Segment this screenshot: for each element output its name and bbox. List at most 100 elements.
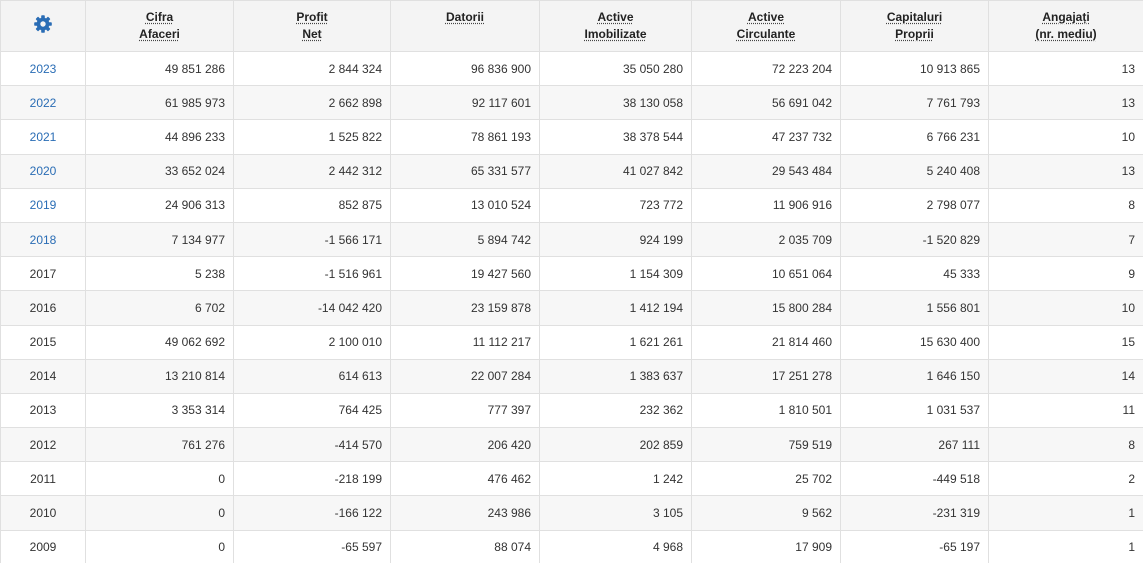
table-row: 2019 24 906 313 852 875 13 010 524 723 772 11… [0, 187, 1143, 223]
cell-imob: 41 027 842 [539, 153, 692, 189]
cell-ang: 11 [988, 392, 1143, 429]
cell-ang: 7 [988, 221, 1143, 258]
cell-profit: -65 597 [233, 529, 391, 563]
year-link[interactable]: 2022 [30, 96, 57, 110]
cell-profit: -1 566 171 [233, 221, 391, 258]
cell-datorii: 78 861 193 [390, 119, 540, 155]
cell-ang: 1 [988, 529, 1143, 563]
table-row: 2014 13 210 814 614 613 22 007 284 1 383 637… [0, 358, 1143, 394]
cell-profit: 1 525 822 [233, 119, 391, 155]
cell-cifra: 0 [85, 529, 234, 563]
cell-circ: 17 909 [691, 529, 841, 563]
cell-profit: 764 425 [233, 392, 391, 429]
cell-datorii: 23 159 878 [390, 290, 540, 326]
column-header-ang-line1: Angajați [1042, 10, 1090, 24]
cell-ang: 13 [988, 153, 1143, 189]
cell-cifra: 5 238 [85, 256, 234, 292]
table-row: 2018 7 134 977 -1 566 171 5 894 742 924 199 2… [0, 221, 1143, 258]
year-cell: 2009 [0, 529, 86, 563]
cell-cifra: 7 134 977 [85, 221, 234, 258]
table-body: 2023 49 851 286 2 844 324 96 836 900 35 050 … [0, 50, 1143, 563]
cell-imob: 4 968 [539, 529, 692, 563]
table-row: 2016 6 702 -14 042 420 23 159 878 1 412 194 1… [0, 290, 1143, 326]
cell-cifra: 13 210 814 [85, 358, 234, 394]
cell-circ: 72 223 204 [691, 50, 841, 87]
column-header-cap-line2: Proprii [895, 27, 934, 41]
cell-ang: 10 [988, 290, 1143, 326]
year-cell: 2022 [0, 85, 86, 121]
cell-circ: 9 562 [691, 495, 841, 531]
cell-circ: 47 237 732 [691, 119, 841, 155]
gear-icon[interactable] [33, 14, 53, 34]
table-row: 2010 0 -166 122 243 986 3 105 9 562 -231 319 1 [0, 495, 1143, 531]
cell-ang: 10 [988, 119, 1143, 155]
column-header-ang: Angajați (nr. mediu) [988, 0, 1143, 52]
cell-circ: 29 543 484 [691, 153, 841, 189]
year-cell: 2019 [0, 187, 86, 223]
year-link[interactable]: 2019 [30, 198, 57, 212]
table-row: 2012 761 276 -414 570 206 420 202 859 759 519… [0, 427, 1143, 463]
cell-datorii: 243 986 [390, 495, 540, 531]
settings-header-cell [0, 0, 86, 52]
cell-datorii: 96 836 900 [390, 50, 540, 87]
column-header-imob: Active Imobilizate [539, 0, 692, 52]
year-cell: 2012 [0, 427, 86, 463]
year-label: 2010 [29, 506, 57, 521]
cell-cifra: 24 906 313 [85, 187, 234, 223]
table-row: 2020 33 652 024 2 442 312 65 331 577 41 027 … [0, 153, 1143, 189]
cell-profit: -414 570 [233, 427, 391, 463]
year-link[interactable]: 2021 [30, 130, 57, 144]
table-row: 2021 44 896 233 1 525 822 78 861 193 38 378 … [0, 119, 1143, 155]
year-label: 2014 [29, 369, 57, 384]
cell-imob: 3 105 [539, 495, 692, 531]
year-link[interactable]: 2020 [30, 164, 57, 178]
year-cell: 2015 [0, 324, 86, 360]
cell-circ: 1 810 501 [691, 392, 841, 429]
year-label: 2012 [29, 437, 57, 452]
cell-ang: 15 [988, 324, 1143, 360]
cell-cifra: 0 [85, 495, 234, 531]
header-row: Cifra Afaceri Profit Net Datorii Active Imobil… [0, 0, 1143, 52]
table-row: 2009 0 -65 597 88 074 4 968 17 909 -65 197 1 [0, 529, 1143, 563]
cell-profit: 614 613 [233, 358, 391, 394]
cell-datorii: 88 074 [390, 529, 540, 563]
cell-circ: 759 519 [691, 427, 841, 463]
year-cell: 2021 [0, 119, 86, 155]
cell-cap: 15 630 400 [840, 324, 989, 360]
cell-ang: 8 [988, 187, 1143, 223]
cell-profit: 2 442 312 [233, 153, 391, 189]
cell-cap: 1 646 150 [840, 358, 989, 394]
column-header-ang-line2: (nr. mediu) [1035, 27, 1097, 41]
cell-cap: 1 031 537 [840, 392, 989, 429]
cell-profit: 2 662 898 [233, 85, 391, 121]
cell-profit: 2 100 010 [233, 324, 391, 360]
cell-imob: 924 199 [539, 221, 692, 258]
table-row: 2013 3 353 314 764 425 777 397 232 362 1 810 … [0, 392, 1143, 429]
cell-datorii: 206 420 [390, 427, 540, 463]
cell-ang: 14 [988, 358, 1143, 394]
cell-profit: -14 042 420 [233, 290, 391, 326]
year-cell: 2016 [0, 290, 86, 326]
year-cell: 2018 [0, 221, 86, 258]
column-header-cifra-line1: Cifra [145, 10, 174, 24]
cell-imob: 1 383 637 [539, 358, 692, 394]
cell-cifra: 3 353 314 [85, 392, 234, 429]
year-label: 2009 [29, 540, 57, 555]
cell-ang: 2 [988, 461, 1143, 497]
cell-cap: 5 240 408 [840, 153, 989, 189]
cell-circ: 10 651 064 [691, 256, 841, 292]
cell-circ: 15 800 284 [691, 290, 841, 326]
cell-cap: 267 111 [840, 427, 989, 463]
cell-imob: 202 859 [539, 427, 692, 463]
cell-circ: 56 691 042 [691, 85, 841, 121]
cell-ang: 13 [988, 85, 1143, 121]
cell-ang: 9 [988, 256, 1143, 292]
year-link[interactable]: 2023 [30, 62, 57, 76]
cell-imob: 1 242 [539, 461, 692, 497]
year-link[interactable]: 2018 [30, 233, 57, 247]
cell-cap: -449 518 [840, 461, 989, 497]
cell-datorii: 5 894 742 [390, 221, 540, 258]
column-header-cap: Capitaluri Proprii [840, 0, 989, 52]
cell-circ: 17 251 278 [691, 358, 841, 394]
cell-imob: 1 412 194 [539, 290, 692, 326]
